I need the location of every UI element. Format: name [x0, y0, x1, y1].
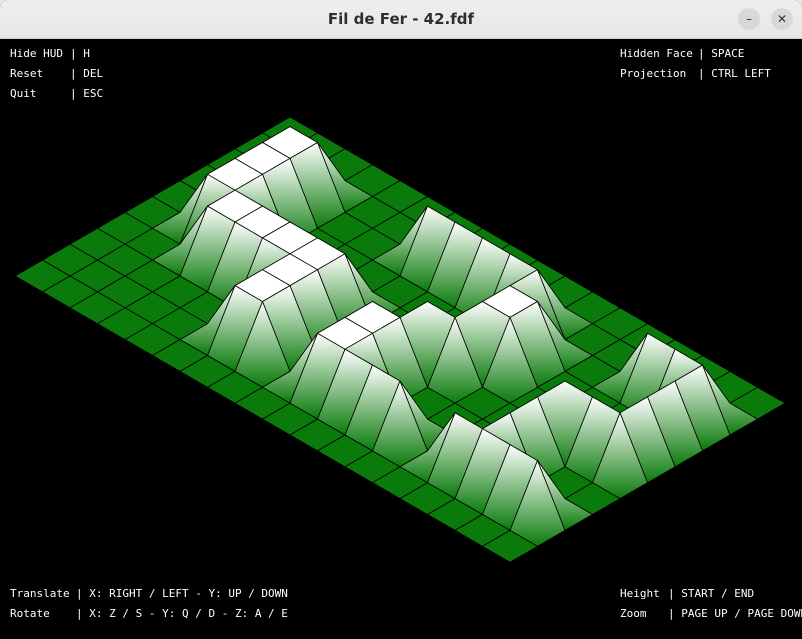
hud-bottom-left: Translate | X: RIGHT / LEFT - Y: UP / DOW…	[10, 584, 288, 624]
hud-label: Zoom	[620, 607, 647, 620]
close-button[interactable]: ✕	[771, 8, 793, 30]
hud-label: Projection	[620, 67, 687, 80]
hud-top-left: Hide HUD | H Reset | DEL Quit | ESC	[10, 44, 103, 104]
hud-label: Reset	[10, 67, 44, 80]
title-bar[interactable]: Fil de Fer - 42.fdf – ✕	[0, 0, 802, 39]
hud-key: PAGE UP / PAGE DOWN	[681, 607, 802, 620]
wireframe-map	[14, 116, 786, 563]
hud-line: Rotate | X: Z / S - Y: Q / D - Z: A / E	[10, 604, 288, 624]
hud-separator: |	[76, 607, 90, 620]
hud-line: Hidden Face | SPACE	[620, 44, 771, 64]
hud-key: DEL	[83, 67, 104, 80]
hud-separator: |	[698, 47, 712, 60]
hud-key: H	[83, 47, 90, 60]
hud-label: Quit	[10, 87, 37, 100]
hud-separator: |	[70, 87, 84, 100]
hud-separator: |	[76, 587, 90, 600]
hud-label: Hide HUD	[10, 47, 63, 60]
hud-bottom-right: Height | START / END Zoom | PAGE UP / PAGE …	[620, 584, 802, 624]
hud-separator: |	[70, 67, 84, 80]
hud-separator: |	[698, 67, 712, 80]
hud-key: ESC	[83, 87, 104, 100]
minimize-button[interactable]: –	[738, 8, 760, 30]
window-title: Fil de Fer - 42.fdf	[327, 10, 475, 28]
hud-top-right: Hidden Face | SPACE Projection | CTRL LEFT	[620, 44, 771, 84]
hud-separator: |	[668, 587, 682, 600]
hud-line: Hide HUD | H	[10, 44, 103, 64]
hud-line: Translate | X: RIGHT / LEFT - Y: UP / DOW…	[10, 584, 288, 604]
hud-label: Translate	[10, 587, 70, 600]
hud-label: Rotate	[10, 607, 50, 620]
hud-line: Projection | CTRL LEFT	[620, 64, 771, 84]
hud-key: X: Z / S - Y: Q / D - Z: A / E	[89, 607, 288, 620]
hud-line: Height | START / END	[620, 584, 802, 604]
hud-line: Zoom | PAGE UP / PAGE DOWN	[620, 604, 802, 624]
hud-label: Hidden Face	[620, 47, 693, 60]
hud-key: CTRL LEFT	[711, 67, 771, 80]
hud-key: X: RIGHT / LEFT - Y: UP / DOWN	[89, 587, 288, 600]
hud-line: Reset | DEL	[10, 64, 103, 84]
hud-separator: |	[668, 607, 682, 620]
hud-key: SPACE	[711, 47, 745, 60]
hud-separator: |	[70, 47, 84, 60]
render-canvas[interactable]: Hide HUD | H Reset | DEL Quit | ESC Hidden Fa…	[0, 39, 802, 639]
hud-label: Height	[620, 587, 660, 600]
minimize-icon: –	[746, 12, 752, 26]
app-window: Fil de Fer - 42.fdf – ✕ Hide HUD | H Reset…	[0, 0, 802, 639]
close-icon: ✕	[776, 12, 788, 26]
hud-line: Quit | ESC	[10, 84, 103, 104]
hud-key: START / END	[681, 587, 755, 600]
